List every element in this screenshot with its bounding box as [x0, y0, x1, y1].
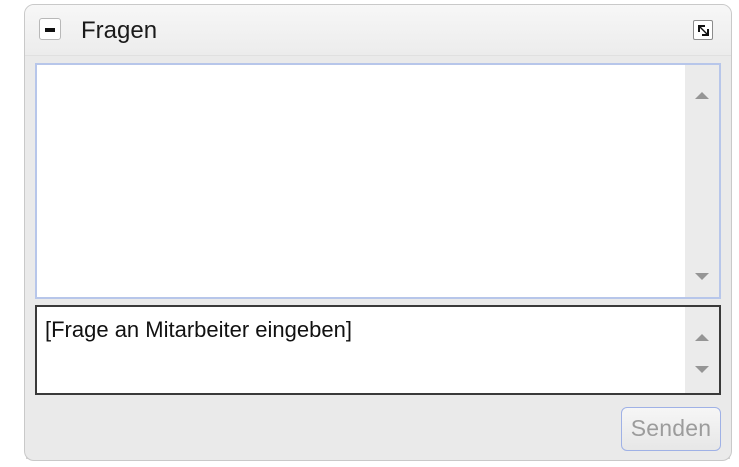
panel-header: Fragen [25, 5, 731, 56]
messages-area[interactable] [35, 63, 721, 299]
chevron-up-icon[interactable] [695, 92, 709, 99]
question-placeholder: [Frage an Mitarbeiter eingeben] [45, 317, 352, 342]
question-input[interactable]: [Frage an Mitarbeiter eingeben] [35, 305, 721, 395]
questions-panel: Fragen [Frage an Mitarbeiter eingeben] S… [24, 4, 732, 461]
collapse-button[interactable] [39, 18, 61, 40]
chevron-down-icon[interactable] [695, 273, 709, 280]
panel-title: Fragen [81, 17, 158, 44]
expand-button[interactable] [693, 20, 713, 40]
question-scrollbar[interactable] [685, 307, 719, 393]
minus-icon [45, 28, 55, 32]
send-button[interactable]: Senden [621, 407, 721, 451]
messages-scrollbar[interactable] [685, 65, 719, 297]
expand-icon [698, 25, 709, 36]
chevron-up-icon[interactable] [695, 334, 709, 341]
chevron-down-icon[interactable] [695, 366, 709, 373]
